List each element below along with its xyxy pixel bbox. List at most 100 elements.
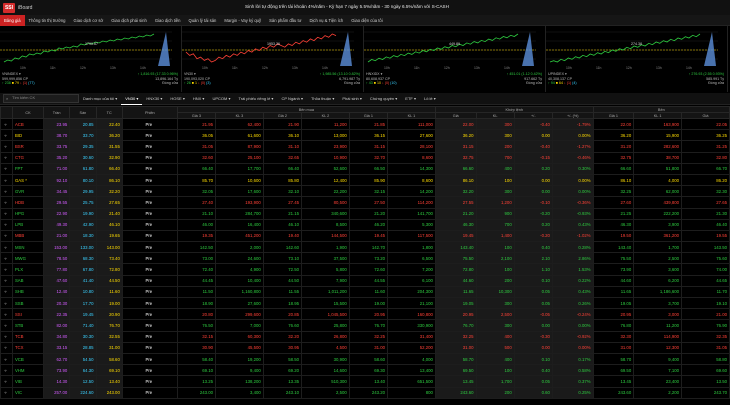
- bid-k3-cell[interactable]: 451,200: [215, 229, 264, 243]
- bid-k3-cell[interactable]: 138,200: [215, 375, 264, 388]
- ask-price-1-cell[interactable]: 58.70: [592, 352, 635, 366]
- bid-k3-cell[interactable]: 45,500: [215, 341, 264, 354]
- bid-g3-cell[interactable]: 69.10: [176, 364, 217, 377]
- ask-price-1-cell[interactable]: 19.50: [592, 229, 635, 243]
- bid-g2-cell[interactable]: 18.95: [262, 296, 303, 310]
- bid-g2-cell[interactable]: 36.10: [262, 129, 303, 142]
- ask-price-2-cell[interactable]: 76.90: [681, 319, 730, 332]
- bid-k3-cell[interactable]: 2,000: [215, 241, 264, 254]
- ask-volume-1-cell[interactable]: 282,600: [633, 140, 682, 153]
- ask-price-2-cell[interactable]: 86.20: [681, 173, 730, 187]
- bid-k2-cell[interactable]: 15,500: [301, 296, 350, 310]
- ask-price-1-cell[interactable]: 46.30: [592, 218, 635, 231]
- bid-k2-cell[interactable]: 14,600: [301, 364, 350, 377]
- bid-g3-cell[interactable]: 58.40: [176, 352, 217, 366]
- bid-g1-cell[interactable]: 32.70: [348, 151, 389, 164]
- bid-k2-cell[interactable]: 1,011,200: [301, 285, 350, 299]
- ask-price-2-cell[interactable]: 21.00: [681, 308, 730, 321]
- ask-volume-1-cell[interactable]: 3,000: [633, 308, 682, 321]
- menu-item-4[interactable]: Giao dịch tiền: [151, 15, 185, 26]
- bid-g1-cell[interactable]: 243.20: [348, 386, 389, 399]
- bid-g3-cell[interactable]: 19.35: [176, 229, 217, 243]
- menu-item-7[interactable]: Sản phẩm đầu tư: [265, 15, 305, 26]
- bid-g2-cell[interactable]: 21.15: [262, 207, 303, 220]
- tab-12[interactable]: Lô lẻ ▾: [420, 93, 440, 105]
- bid-g3-cell[interactable]: 44.45: [176, 274, 217, 287]
- bid-kl1-cell[interactable]: 28,100: [387, 140, 436, 153]
- bid-k3-cell[interactable]: 62,400: [215, 117, 264, 131]
- bid-g3-cell[interactable]: 85.70: [176, 173, 217, 187]
- menu-item-5[interactable]: Quản lý tài sản: [184, 15, 220, 26]
- bid-g2-cell[interactable]: 44.50: [262, 274, 303, 287]
- symbol-cell[interactable]: TCB: [11, 330, 45, 343]
- tab-1[interactable]: VN30 ▾: [121, 93, 143, 105]
- table-row[interactable]: ⌖ SAB 47.60 41.40 44.50 Pre 44.45 10,400 44.50 7,…: [0, 274, 730, 287]
- bid-k3-cell[interactable]: 87,900: [215, 140, 264, 153]
- ask-volume-1-cell[interactable]: 23,400: [633, 375, 682, 388]
- bid-g2-cell[interactable]: 142.60: [262, 241, 303, 254]
- bid-g3-cell[interactable]: 73.00: [176, 252, 217, 265]
- bid-g3-cell[interactable]: 21.10: [176, 207, 217, 220]
- search-box[interactable]: ⌕ Tìm kiếm CK: [3, 94, 79, 103]
- table-row[interactable]: ⌖ SSI 22.35 19.45 20.90 Pre 20.80 299,600 20.85 1…: [0, 308, 730, 321]
- ask-price-2-cell[interactable]: 21.30: [681, 207, 730, 220]
- symbol-cell[interactable]: FPT: [11, 162, 45, 175]
- pin-icon[interactable]: ⌖: [0, 117, 13, 131]
- bid-k2-cell[interactable]: 11,200: [301, 117, 350, 131]
- ask-price-2-cell[interactable]: 58.80: [681, 352, 730, 366]
- bid-g1-cell[interactable]: 142.70: [348, 241, 389, 254]
- bid-k3-cell[interactable]: 16,400: [215, 218, 264, 231]
- bid-k2-cell[interactable]: 10,900: [301, 151, 350, 164]
- pin-icon[interactable]: ⌖: [0, 185, 13, 198]
- symbol-cell[interactable]: TCX: [11, 341, 45, 354]
- chart-upindex[interactable]: 274.38 10h 11h 12h 13h 14h UPINDEX ▾ ↑ 276.93 (…: [546, 26, 728, 92]
- ask-price-1-cell[interactable]: 13.45: [592, 375, 635, 388]
- symbol-cell[interactable]: GAS *: [11, 173, 45, 187]
- ask-price-2-cell[interactable]: 46.40: [681, 218, 730, 231]
- ask-volume-1-cell[interactable]: 163,900: [633, 117, 682, 131]
- ask-price-2-cell[interactable]: 27.65: [681, 196, 730, 209]
- bid-k3-cell[interactable]: 60,300: [215, 330, 264, 343]
- ask-price-1-cell[interactable]: 21.25: [592, 207, 635, 220]
- bid-kl1-cell[interactable]: 13,400: [387, 364, 436, 377]
- bid-k2-cell[interactable]: 4,500: [301, 341, 350, 354]
- symbol-cell[interactable]: HDB: [11, 196, 45, 209]
- ask-price-1-cell[interactable]: 76.80: [592, 319, 635, 332]
- bid-k3-cell[interactable]: 193,900: [215, 196, 264, 209]
- bid-g3-cell[interactable]: 30.90: [176, 341, 217, 354]
- bid-g1-cell[interactable]: 44.55: [348, 274, 389, 287]
- ask-price-2-cell[interactable]: 19.55: [681, 229, 730, 243]
- ask-volume-1-cell[interactable]: 2,200: [633, 386, 682, 399]
- bid-g1-cell[interactable]: 73.20: [348, 252, 389, 265]
- table-row[interactable]: ⌖ STB 82.00 71.40 76.70 Pre 76.50 7,000 76.60 25,…: [0, 319, 730, 332]
- bid-g1-cell[interactable]: 46.20: [348, 218, 389, 231]
- bid-g1-cell[interactable]: 69.30: [348, 364, 389, 377]
- bid-g1-cell[interactable]: 32.25: [348, 330, 389, 343]
- ssi-logo[interactable]: SSI: [3, 2, 15, 13]
- pin-icon[interactable]: ⌖: [0, 375, 13, 388]
- bid-k2-cell[interactable]: 7,900: [301, 274, 350, 287]
- ask-price-2-cell[interactable]: 69.60: [681, 364, 730, 377]
- tab-11[interactable]: ETF ▾: [401, 93, 420, 105]
- bid-g1-cell[interactable]: 11.60: [348, 285, 389, 299]
- pin-icon[interactable]: ⌖: [0, 241, 13, 254]
- pin-icon[interactable]: ⌖: [0, 274, 13, 287]
- ask-price-1-cell[interactable]: 32.75: [592, 151, 635, 164]
- symbol-cell[interactable]: BID: [11, 129, 45, 142]
- bid-kl1-cell[interactable]: 651,500: [387, 375, 436, 388]
- bid-g3-cell[interactable]: 13.25: [176, 375, 217, 388]
- bid-k3-cell[interactable]: 7,000: [215, 319, 264, 332]
- ask-volume-1-cell[interactable]: 2,500: [633, 252, 682, 265]
- bid-g1-cell[interactable]: 27.50: [348, 196, 389, 209]
- table-row[interactable]: ⌖ FPT 71.00 61.80 66.40 Pre 66.40 17,700 66.40 52…: [0, 162, 730, 175]
- bid-g1-cell[interactable]: 32.15: [348, 185, 389, 198]
- menu-item-3[interactable]: Giao dịch phái sinh: [107, 15, 151, 26]
- bid-g3-cell[interactable]: 32.05: [176, 185, 217, 198]
- bid-g1-cell[interactable]: 21.85: [348, 117, 389, 131]
- bid-kl1-cell[interactable]: 204,300: [387, 285, 436, 299]
- ask-price-2-cell[interactable]: 36.25: [681, 129, 730, 142]
- pin-icon[interactable]: ⌖: [0, 341, 13, 354]
- ask-price-1-cell[interactable]: 44.60: [592, 274, 635, 287]
- ask-price-1-cell[interactable]: 243.60: [592, 386, 635, 399]
- bid-g2-cell[interactable]: 66.40: [262, 162, 303, 175]
